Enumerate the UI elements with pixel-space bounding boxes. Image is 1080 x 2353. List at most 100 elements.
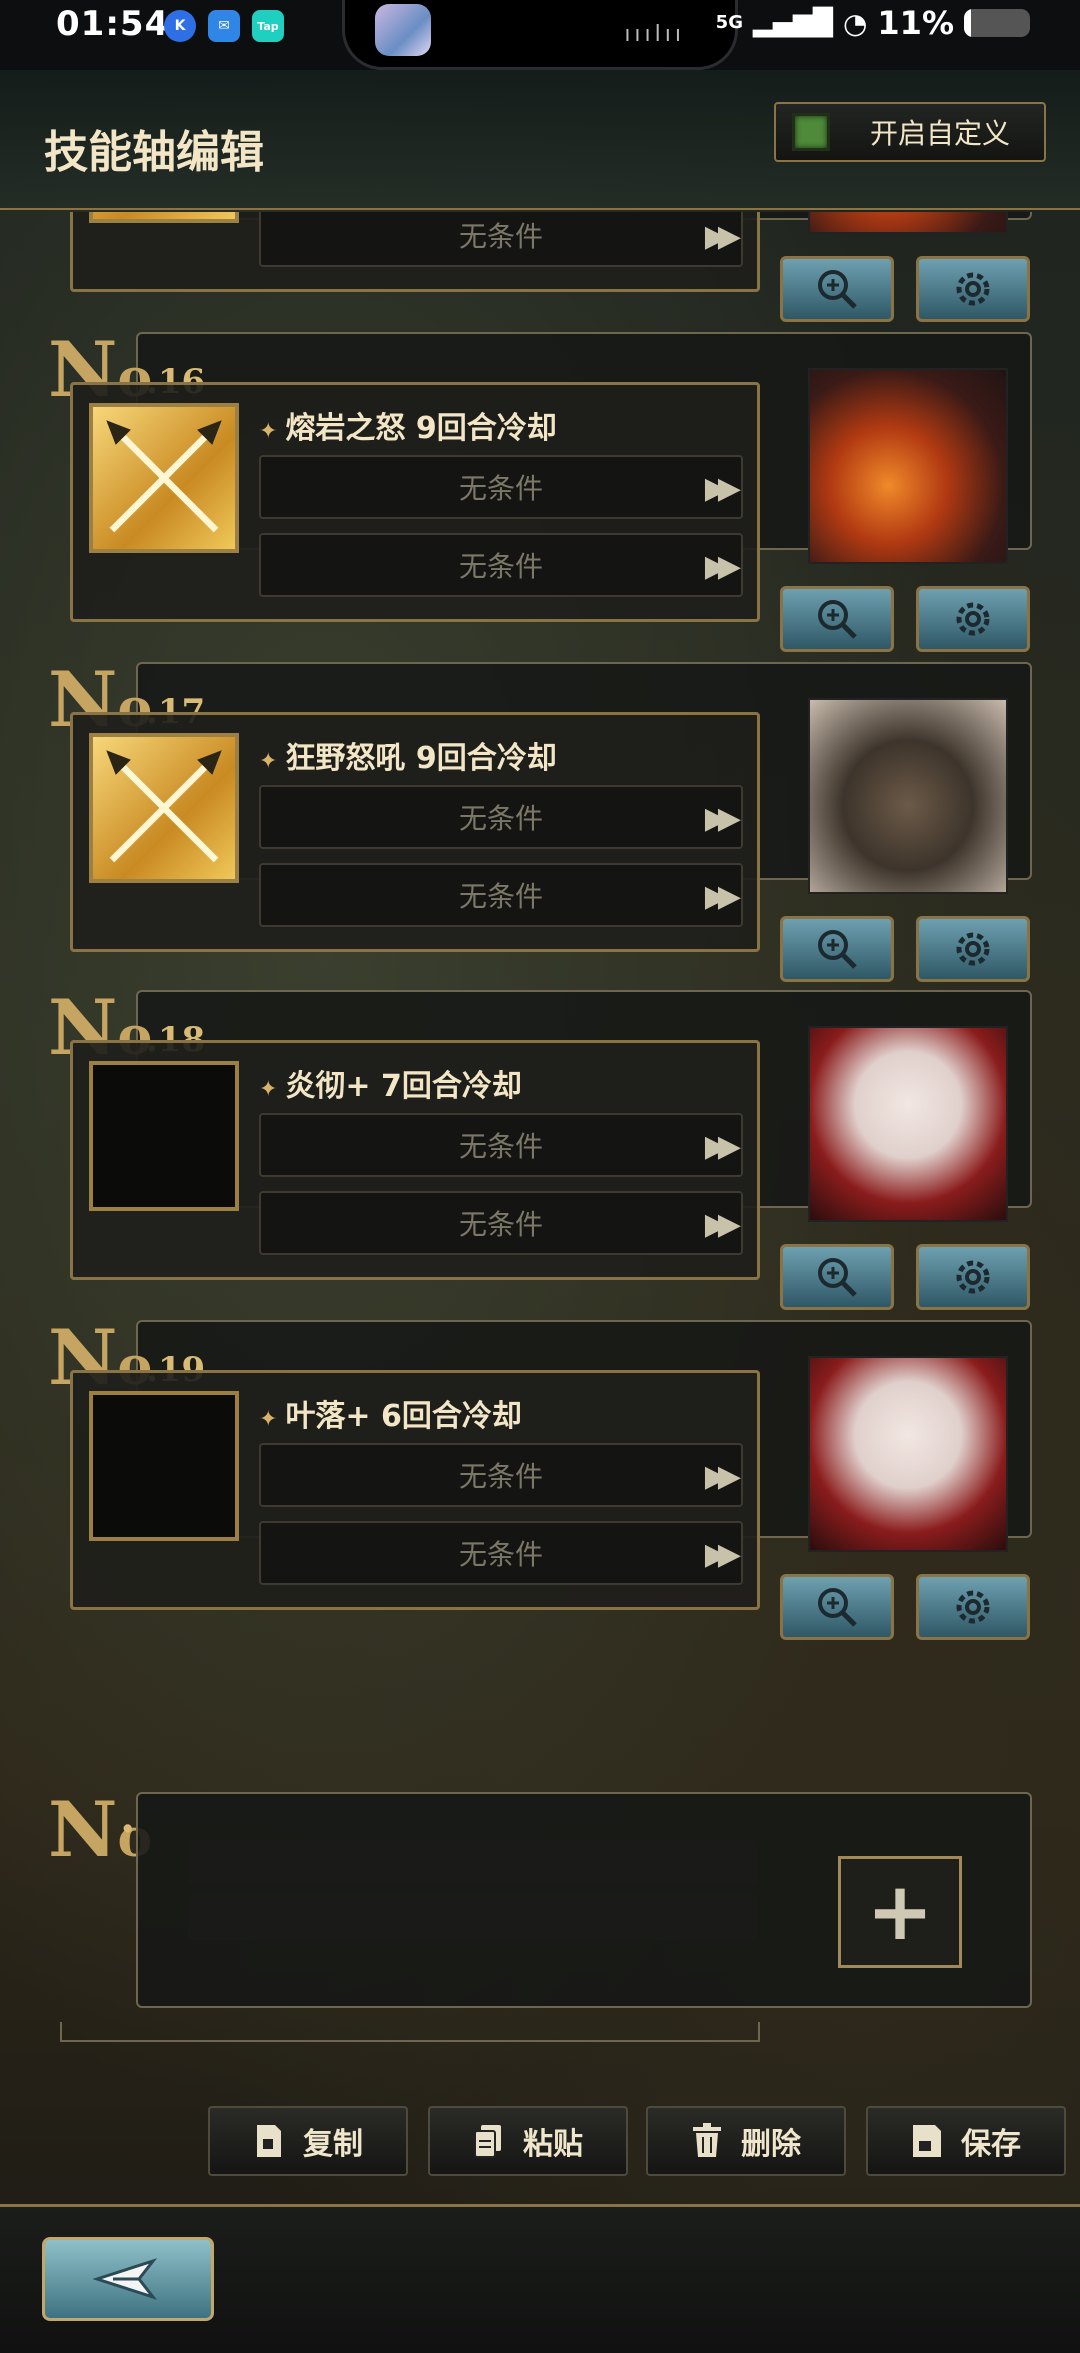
condition-label: 无条件 bbox=[458, 1208, 543, 1241]
double-arrow-icon: ▶▶ bbox=[704, 801, 741, 836]
island-audio-icon: ııılıı bbox=[624, 22, 685, 47]
app-k-icon: K bbox=[164, 10, 196, 42]
skill-icon-slot[interactable] bbox=[89, 212, 239, 223]
zoom-button[interactable] bbox=[780, 1574, 894, 1640]
copy-button[interactable]: 复制 bbox=[208, 2106, 408, 2176]
condition-2[interactable]: 无条件 ▶▶ bbox=[259, 1191, 743, 1255]
bottom-bar bbox=[0, 2204, 1080, 2353]
battery-icon bbox=[964, 9, 1030, 37]
placeholder-line bbox=[188, 1894, 758, 1940]
settings-button[interactable] bbox=[916, 586, 1030, 652]
settings-button[interactable] bbox=[916, 1244, 1030, 1310]
condition-1[interactable]: 无条件 ▶▶ bbox=[259, 1113, 743, 1177]
paste-button[interactable]: 粘贴 bbox=[428, 2106, 628, 2176]
zoom-icon bbox=[818, 930, 857, 969]
character-portrait[interactable] bbox=[808, 1026, 1008, 1222]
toggle-checkbox[interactable] bbox=[792, 113, 830, 151]
settings-button[interactable] bbox=[916, 256, 1030, 322]
plus-icon: + bbox=[866, 1865, 934, 1958]
double-arrow-icon: ▶▶ bbox=[704, 879, 741, 914]
zoom-icon bbox=[818, 270, 857, 309]
double-arrow-icon: ▶▶ bbox=[704, 1207, 741, 1242]
status-bar: 01:54 K ✉ Tap ııılıı 5G ▂▄▆█ ◔ 11% bbox=[0, 0, 1080, 70]
zoom-button[interactable] bbox=[780, 1244, 894, 1310]
condition-label: 无条件 bbox=[458, 1130, 543, 1163]
crossed-swords-icon bbox=[106, 750, 222, 863]
condition-2[interactable]: 无条件 ▶▶ bbox=[259, 212, 743, 267]
condition-label: 无条件 bbox=[458, 550, 543, 583]
page-title: 技能轴编辑 bbox=[44, 127, 264, 178]
character-portrait[interactable] bbox=[808, 1356, 1008, 1552]
character-portrait[interactable] bbox=[808, 368, 1008, 564]
skill-icon-slot[interactable] bbox=[89, 403, 239, 553]
zoom-button[interactable] bbox=[780, 916, 894, 982]
save-label: 保存 bbox=[961, 2127, 1021, 2162]
gear-icon bbox=[956, 602, 990, 636]
zoom-button[interactable] bbox=[780, 256, 894, 322]
gear-icon bbox=[956, 272, 990, 306]
condition-1[interactable]: 无条件 ▶▶ bbox=[259, 785, 743, 849]
skill-list[interactable]: 无条件 ▶▶ 无条件 ▶▶ No .16 ✦熔岩之怒 9回合冷却 无条件 ▶ bbox=[0, 212, 1080, 2072]
skill-panel: ✦ 叶落+ 6回合冷却 无条件 ▶▶ 无条件 ▶▶ bbox=[70, 1370, 760, 1610]
condition-label: 无条件 bbox=[458, 880, 543, 913]
character-portrait[interactable] bbox=[808, 212, 1008, 234]
skill-title: ✦ 叶落+ 6回合冷却 bbox=[259, 1391, 522, 1435]
crossed-swords-icon bbox=[106, 420, 222, 533]
skill-entry[interactable]: 无条件 ▶▶ 无条件 ▶▶ bbox=[48, 212, 1032, 322]
dynamic-island[interactable]: ııılıı bbox=[342, 0, 738, 70]
island-avatar bbox=[375, 4, 431, 56]
skill-name: 狂野怒吼 9回合冷却 bbox=[285, 741, 557, 776]
condition-2[interactable]: 无条件 ▶▶ bbox=[259, 863, 743, 927]
skill-entry[interactable]: No .18 ✦炎彻+ 7回合冷却 无条件 ▶▶ 无条件 ▶▶ bbox=[48, 990, 1032, 1310]
gear-icon bbox=[956, 1260, 990, 1294]
app-tap-icon: Tap bbox=[252, 10, 284, 42]
battery-percent: 11% bbox=[877, 4, 954, 42]
add-underline bbox=[60, 2022, 760, 2042]
skill-entry[interactable]: No .19 ✦叶落+ 6回合冷却 无条件 ▶▶ 无条件 ▶▶ bbox=[48, 1320, 1032, 1640]
condition-label: 无条件 bbox=[458, 1460, 543, 1493]
condition-label: 无条件 bbox=[458, 1538, 543, 1571]
zoom-button[interactable] bbox=[780, 586, 894, 652]
settings-button[interactable] bbox=[916, 1574, 1030, 1640]
character-portrait[interactable] bbox=[808, 698, 1008, 894]
settings-button[interactable] bbox=[916, 916, 1030, 982]
delete-button[interactable]: 删除 bbox=[646, 2106, 846, 2176]
status-right: 5G ▂▄▆█ ◔ 11% bbox=[716, 4, 1030, 42]
star-icon: ✦ bbox=[259, 749, 278, 774]
condition-1[interactable]: 无条件 ▶▶ bbox=[259, 1443, 743, 1507]
add-slot: No . + bbox=[48, 1792, 1032, 2042]
gear-icon bbox=[956, 1590, 990, 1624]
custom-toggle[interactable]: 开启自定义 bbox=[774, 102, 1046, 162]
skill-title: ✦ 熔岩之怒 9回合冷却 bbox=[259, 403, 557, 447]
double-arrow-icon: ▶▶ bbox=[704, 1129, 741, 1164]
wifi-icon: ◔ bbox=[842, 6, 868, 40]
condition-label: 无条件 bbox=[458, 220, 543, 253]
double-arrow-icon: ▶▶ bbox=[704, 219, 741, 254]
action-toolbar: 复制 粘贴 删除 保存 bbox=[0, 2106, 1080, 2186]
add-skill-button[interactable]: + bbox=[838, 1856, 962, 1968]
star-icon: ✦ bbox=[259, 1077, 278, 1102]
skill-entry[interactable]: No .17 ✦狂野怒吼 9回合冷却 无条件 ▶▶ 无条件 ▶▶ bbox=[48, 662, 1032, 982]
condition-label: 无条件 bbox=[458, 802, 543, 835]
star-icon: ✦ bbox=[259, 1407, 278, 1432]
double-arrow-icon: ▶▶ bbox=[704, 1537, 741, 1572]
delete-label: 删除 bbox=[741, 2127, 801, 2162]
double-arrow-icon: ▶▶ bbox=[704, 1459, 741, 1494]
custom-toggle-label: 开启自定义 bbox=[870, 117, 1011, 150]
back-button[interactable] bbox=[42, 2237, 214, 2321]
network-label: 5G bbox=[715, 12, 743, 33]
condition-2[interactable]: 无条件 ▶▶ bbox=[259, 1521, 743, 1585]
signal-icon: ▂▄▆█ bbox=[752, 8, 833, 38]
skill-entry[interactable]: No .16 ✦熔岩之怒 9回合冷却 无条件 ▶▶ 无条件 ▶▶ bbox=[48, 332, 1032, 652]
save-button[interactable]: 保存 bbox=[866, 2106, 1066, 2176]
skill-icon-slot[interactable] bbox=[89, 1391, 239, 1541]
add-frame: + bbox=[136, 1792, 1032, 2008]
condition-2[interactable]: 无条件 ▶▶ bbox=[259, 533, 743, 597]
double-arrow-icon: ▶▶ bbox=[704, 471, 741, 506]
app-message-icon: ✉ bbox=[208, 10, 240, 42]
skill-icon-slot[interactable] bbox=[89, 733, 239, 883]
status-time: 01:54 bbox=[56, 4, 170, 44]
zoom-icon bbox=[818, 600, 857, 639]
condition-1[interactable]: 无条件 ▶▶ bbox=[259, 455, 743, 519]
skill-icon-slot[interactable] bbox=[89, 1061, 239, 1211]
